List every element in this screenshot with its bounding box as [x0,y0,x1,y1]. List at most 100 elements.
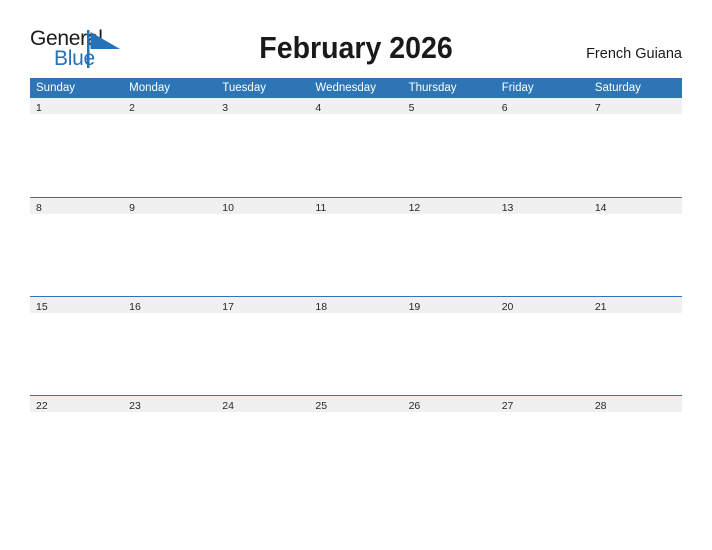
day-events-area[interactable] [402,114,496,196]
day-events-area[interactable] [30,114,124,196]
day-cell[interactable]: 4 [309,98,403,197]
day-cell[interactable]: 26 [402,394,496,494]
day-events-area[interactable] [216,411,310,494]
day-events-area[interactable] [123,312,217,395]
week-row: 22 23 24 25 26 27 28 [30,394,682,494]
day-cell[interactable]: 3 [216,98,310,197]
day-number: 19 [402,296,496,313]
day-number: 10 [216,197,310,214]
day-number: 24 [216,395,310,412]
weekday-header-tuesday: Tuesday [216,78,310,98]
day-cell[interactable]: 21 [588,295,682,395]
day-cell[interactable]: 19 [402,295,496,395]
day-events-area[interactable] [495,114,589,196]
day-cell[interactable]: 18 [309,295,403,395]
day-events-area[interactable] [309,114,403,196]
day-events-area[interactable] [588,312,682,395]
day-cell[interactable]: 10 [216,196,310,296]
day-number: 17 [216,296,310,313]
day-events-area[interactable] [30,213,124,296]
week-row: 15 16 17 18 19 20 21 [30,295,682,395]
month-calendar-grid: Sunday Monday Tuesday Wednesday Thursday… [30,78,682,494]
day-cell[interactable]: 23 [123,394,217,494]
day-events-area[interactable] [123,411,217,494]
day-events-area[interactable] [30,411,124,494]
week-row: 1 2 3 4 5 6 7 [30,98,682,197]
day-cell[interactable]: 28 [588,394,682,494]
day-number: 27 [495,395,589,412]
day-events-area[interactable] [30,312,124,395]
day-cell[interactable]: 17 [216,295,310,395]
day-cell[interactable]: 12 [402,196,496,296]
locale-label: French Guiana [586,46,682,62]
day-number: 25 [309,395,403,412]
day-number: 21 [588,296,682,313]
day-cell[interactable]: 7 [588,98,682,197]
day-number: 13 [495,197,589,214]
weekday-header-saturday: Saturday [588,78,682,98]
day-events-area[interactable] [309,411,403,494]
day-cell[interactable]: 25 [309,394,403,494]
day-number: 16 [123,296,217,313]
day-events-area[interactable] [588,114,682,196]
day-events-area[interactable] [216,312,310,395]
day-events-area[interactable] [123,213,217,296]
day-number: 5 [402,98,496,114]
day-number: 22 [30,395,124,412]
day-cell[interactable]: 20 [495,295,589,395]
day-number: 18 [309,296,403,313]
day-number: 4 [309,98,403,114]
day-events-area[interactable] [495,312,589,395]
day-events-area[interactable] [309,213,403,296]
day-number: 3 [216,98,310,114]
day-cell[interactable]: 11 [309,196,403,296]
weekday-header-monday: Monday [123,78,217,98]
day-cell[interactable]: 16 [123,295,217,395]
day-cell[interactable]: 5 [402,98,496,197]
day-cell[interactable]: 22 [30,394,124,494]
day-events-area[interactable] [309,312,403,395]
day-number: 28 [588,395,682,412]
day-number: 7 [588,98,682,114]
day-number: 8 [30,197,124,214]
day-number: 1 [30,98,124,114]
day-cell[interactable]: 24 [216,394,310,494]
day-cell[interactable]: 13 [495,196,589,296]
day-cell[interactable]: 2 [123,98,217,197]
weekday-header-friday: Friday [495,78,589,98]
day-events-area[interactable] [495,213,589,296]
day-events-area[interactable] [402,312,496,395]
day-number: 26 [402,395,496,412]
day-events-area[interactable] [216,114,310,196]
day-cell[interactable]: 1 [30,98,124,197]
day-cell[interactable]: 15 [30,295,124,395]
day-events-area[interactable] [588,411,682,494]
calendar-body: 1 2 3 4 5 6 7 8 9 10 11 12 13 14 15 16 1… [30,98,682,494]
day-events-area[interactable] [495,411,589,494]
day-events-area[interactable] [402,411,496,494]
day-cell[interactable]: 6 [495,98,589,197]
calendar-page: General Blue February 2026 French Guiana… [0,0,712,550]
page-header: General Blue February 2026 French Guiana [0,0,712,78]
day-events-area[interactable] [402,213,496,296]
weekday-header-row: Sunday Monday Tuesday Wednesday Thursday… [30,78,682,98]
day-cell[interactable]: 8 [30,196,124,296]
weekday-header-wednesday: Wednesday [309,78,403,98]
day-number: 20 [495,296,589,313]
day-events-area[interactable] [123,114,217,196]
day-number: 2 [123,98,217,114]
day-events-area[interactable] [588,213,682,296]
day-number: 14 [588,197,682,214]
day-cell[interactable]: 14 [588,196,682,296]
day-number: 11 [309,197,403,214]
week-row: 8 9 10 11 12 13 14 [30,196,682,296]
day-number: 23 [123,395,217,412]
day-cell[interactable]: 27 [495,394,589,494]
day-number: 9 [123,197,217,214]
day-number: 12 [402,197,496,214]
day-events-area[interactable] [216,213,310,296]
day-number: 15 [30,296,124,313]
day-cell[interactable]: 9 [123,196,217,296]
weekday-header-thursday: Thursday [402,78,496,98]
day-number: 6 [495,98,589,114]
